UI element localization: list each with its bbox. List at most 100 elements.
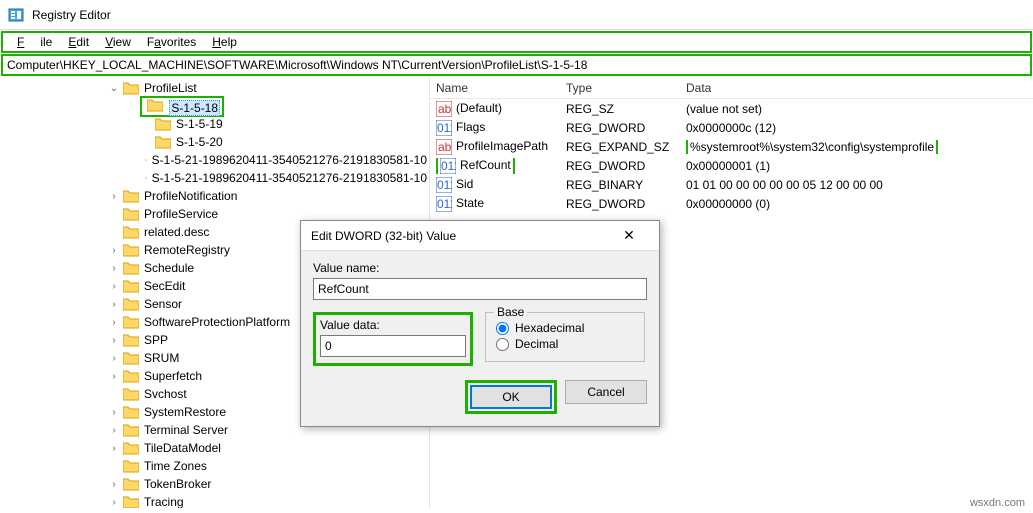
tree-item[interactable]: S-1-5-21-1989620411-3540521276-219183058… xyxy=(4,169,429,187)
header-name[interactable]: Name xyxy=(430,81,560,95)
valuename-input[interactable] xyxy=(313,278,647,300)
list-row[interactable]: ab(Default) REG_SZ (value not set) xyxy=(430,99,1033,118)
address-bar[interactable]: Computer\HKEY_LOCAL_MACHINE\SOFTWARE\Mic… xyxy=(1,54,1032,76)
list-row[interactable]: 011RefCount REG_DWORD 0x00000001 (1) xyxy=(430,156,1033,175)
radio-hex[interactable]: Hexadecimal xyxy=(496,321,634,335)
tree-item[interactable]: ›TileDataModel xyxy=(4,439,429,457)
reg-sz-icon: ab xyxy=(436,101,452,117)
folder-icon xyxy=(155,117,171,131)
svg-text:011: 011 xyxy=(441,159,456,173)
folder-icon xyxy=(123,225,139,239)
expand-icon[interactable]: › xyxy=(108,425,120,436)
window-title: Registry Editor xyxy=(32,8,111,22)
dialog-titlebar[interactable]: Edit DWORD (32-bit) Value ✕ xyxy=(301,221,659,251)
folder-icon xyxy=(123,405,139,419)
folder-icon xyxy=(123,441,139,455)
menu-view[interactable]: View xyxy=(97,33,139,51)
tree-item[interactable]: ›Tracing xyxy=(4,493,429,508)
expand-icon[interactable]: › xyxy=(108,443,120,454)
folder-icon xyxy=(123,459,139,473)
menu-edit[interactable]: Edit xyxy=(60,33,97,51)
collapse-icon[interactable]: ⌄ xyxy=(108,83,120,94)
folder-icon xyxy=(123,495,139,508)
radio-dec-input[interactable] xyxy=(496,338,509,351)
tree-item[interactable]: S-1-5-20 xyxy=(4,133,429,151)
folder-icon xyxy=(123,315,139,329)
folder-icon xyxy=(123,369,139,383)
valuedata-input[interactable] xyxy=(320,335,466,357)
folder-icon xyxy=(123,279,139,293)
window-titlebar: Registry Editor xyxy=(0,0,1033,30)
folder-icon xyxy=(123,261,139,275)
base-group: Base Hexadecimal Decimal xyxy=(485,312,645,362)
tree-item[interactable]: ›ProfileNotification xyxy=(4,187,429,205)
base-legend: Base xyxy=(494,305,527,319)
expand-icon[interactable]: › xyxy=(108,407,120,418)
folder-icon xyxy=(123,423,139,437)
reg-bin-icon: 011 xyxy=(436,120,452,136)
folder-icon xyxy=(123,333,139,347)
folder-icon xyxy=(155,135,171,149)
dialog-title-text: Edit DWORD (32-bit) Value xyxy=(311,229,456,243)
folder-icon xyxy=(123,189,139,203)
folder-icon xyxy=(123,351,139,365)
list-row[interactable]: 011Flags REG_DWORD 0x0000000c (12) xyxy=(430,118,1033,137)
header-type[interactable]: Type xyxy=(560,81,680,95)
valuename-label: Value name: xyxy=(313,261,647,275)
reg-sz-icon: ab xyxy=(436,139,452,155)
cancel-button[interactable]: Cancel xyxy=(565,380,647,404)
tree-item[interactable]: S-1-5-19 xyxy=(4,115,429,133)
edit-dword-dialog: Edit DWORD (32-bit) Value ✕ Value name: … xyxy=(300,220,660,427)
list-header: Name Type Data xyxy=(430,77,1033,99)
watermark: wsxdn.com xyxy=(970,497,1025,509)
folder-icon xyxy=(145,171,147,185)
expand-icon[interactable]: › xyxy=(108,191,120,202)
menu-file[interactable]: File xyxy=(9,33,60,51)
close-icon[interactable]: ✕ xyxy=(609,227,649,244)
reg-bin-icon: 011 xyxy=(436,177,452,193)
tree-item[interactable]: S-1-5-21-1989620411-3540521276-219183058… xyxy=(4,151,429,169)
menu-favorites[interactable]: Favorites xyxy=(139,33,204,51)
expand-icon[interactable]: › xyxy=(108,299,120,310)
address-text: Computer\HKEY_LOCAL_MACHINE\SOFTWARE\Mic… xyxy=(7,58,587,72)
expand-icon[interactable]: › xyxy=(108,497,120,508)
list-row[interactable]: abProfileImagePath REG_EXPAND_SZ %system… xyxy=(430,137,1033,156)
radio-dec[interactable]: Decimal xyxy=(496,337,634,351)
list-row[interactable]: 011State REG_DWORD 0x00000000 (0) xyxy=(430,194,1033,213)
expand-icon[interactable]: › xyxy=(108,479,120,490)
valuedata-group: Value data: xyxy=(313,312,473,366)
expand-icon[interactable]: › xyxy=(108,281,120,292)
menu-help[interactable]: Help xyxy=(204,33,245,51)
valuedata-label: Value data: xyxy=(320,318,466,332)
expand-icon[interactable]: › xyxy=(108,263,120,274)
folder-icon xyxy=(145,153,147,167)
header-data[interactable]: Data xyxy=(680,81,1033,95)
folder-icon xyxy=(123,81,139,95)
radio-hex-input[interactable] xyxy=(496,322,509,335)
expand-icon[interactable]: › xyxy=(108,335,120,346)
expand-icon[interactable]: › xyxy=(108,245,120,256)
ok-highlight: OK xyxy=(465,380,557,414)
expand-icon[interactable]: › xyxy=(108,353,120,364)
reg-bin-icon: 011 xyxy=(436,196,452,212)
expand-icon[interactable]: › xyxy=(108,371,120,382)
svg-text:011: 011 xyxy=(437,178,452,192)
list-row[interactable]: 011Sid REG_BINARY 01 01 00 00 00 00 00 0… xyxy=(430,175,1033,194)
svg-text:011: 011 xyxy=(437,121,452,135)
menu-bar: File Edit View Favorites Help xyxy=(1,31,1032,53)
tree-item[interactable]: Time Zones xyxy=(4,457,429,475)
folder-icon xyxy=(123,387,139,401)
folder-icon xyxy=(123,297,139,311)
regedit-icon xyxy=(8,7,24,23)
svg-text:011: 011 xyxy=(437,197,452,211)
folder-icon xyxy=(123,207,139,221)
expand-icon[interactable]: › xyxy=(108,317,120,328)
tree-item[interactable]: ›TokenBroker xyxy=(4,475,429,493)
tree-item-s-1-5-18[interactable]: S-1-5-18 xyxy=(4,97,429,115)
ok-button[interactable]: OK xyxy=(470,385,552,409)
folder-icon xyxy=(147,98,163,112)
reg-bin-icon: 011 xyxy=(440,158,456,174)
folder-icon xyxy=(123,477,139,491)
tree-item-profilelist[interactable]: ⌄ ProfileList xyxy=(4,79,429,97)
svg-text:ab: ab xyxy=(438,102,452,116)
